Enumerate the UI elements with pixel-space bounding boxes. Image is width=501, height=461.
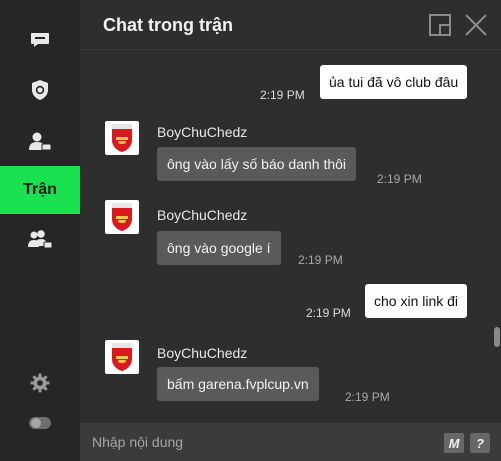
sidebar-item-club[interactable] xyxy=(0,66,80,114)
message-time: 2:19 PM xyxy=(377,172,422,186)
message-time: 2:19 PM xyxy=(298,253,343,267)
message-username: BoyChuChedz xyxy=(157,124,248,140)
own-message-bubble: ủa tui đã vô club đâu xyxy=(320,65,468,99)
arsenal-crest-icon xyxy=(112,343,132,371)
message-bubble: ông vào lấy số báo danh thôi xyxy=(157,147,357,181)
sidebar: Trận xyxy=(0,0,80,461)
message-list: 2:19 PM ủa tui đã vô club đâu BoyChuChed… xyxy=(80,51,501,423)
message-username: BoyChuChedz xyxy=(157,207,248,223)
macro-button[interactable]: M xyxy=(444,433,464,453)
message-input[interactable] xyxy=(80,423,435,461)
avatar xyxy=(105,200,139,234)
club-shield-icon xyxy=(32,80,48,100)
toggle-icon xyxy=(29,417,51,429)
page-title: Chat trong trận xyxy=(103,15,233,35)
own-message-bubble: cho xin link đi xyxy=(365,284,468,318)
message-input-bar: M ? xyxy=(80,423,501,461)
avatar xyxy=(105,340,139,374)
message-bubble: ông vào google í xyxy=(157,231,281,265)
help-button[interactable]: ? xyxy=(470,433,490,453)
message-bubble: bấm garena.fvplcup.vn xyxy=(157,367,319,401)
chat-header: Chat trong trận xyxy=(80,0,501,50)
chat-bubble-icon xyxy=(31,33,49,47)
group-chat-icon xyxy=(28,230,53,249)
sidebar-item-chat[interactable] xyxy=(0,16,80,64)
popout-icon xyxy=(429,14,451,36)
message-time: 2:19 PM xyxy=(260,88,305,102)
theme-toggle[interactable] xyxy=(0,399,80,447)
sidebar-item-private-chat[interactable] xyxy=(0,118,80,166)
arsenal-crest-icon xyxy=(112,124,132,152)
sidebar-item-match-label: Trận xyxy=(23,181,57,198)
gear-icon xyxy=(30,373,50,393)
sidebar-item-group-chat[interactable] xyxy=(0,216,80,264)
message-time: 2:19 PM xyxy=(306,306,351,320)
sidebar-item-match[interactable]: Trận xyxy=(0,166,80,214)
close-button[interactable] xyxy=(463,12,489,38)
chat-panel: Chat trong trận 2:19 PM ủa tui đã vô clu… xyxy=(80,0,501,461)
scrollbar[interactable] xyxy=(494,327,500,347)
popout-button[interactable] xyxy=(427,12,453,38)
message-time: 2:19 PM xyxy=(345,390,390,404)
close-icon xyxy=(465,14,487,36)
avatar xyxy=(105,121,139,155)
message-username: BoyChuChedz xyxy=(157,345,248,361)
arsenal-crest-icon xyxy=(112,203,132,231)
user-chat-icon xyxy=(29,132,52,151)
